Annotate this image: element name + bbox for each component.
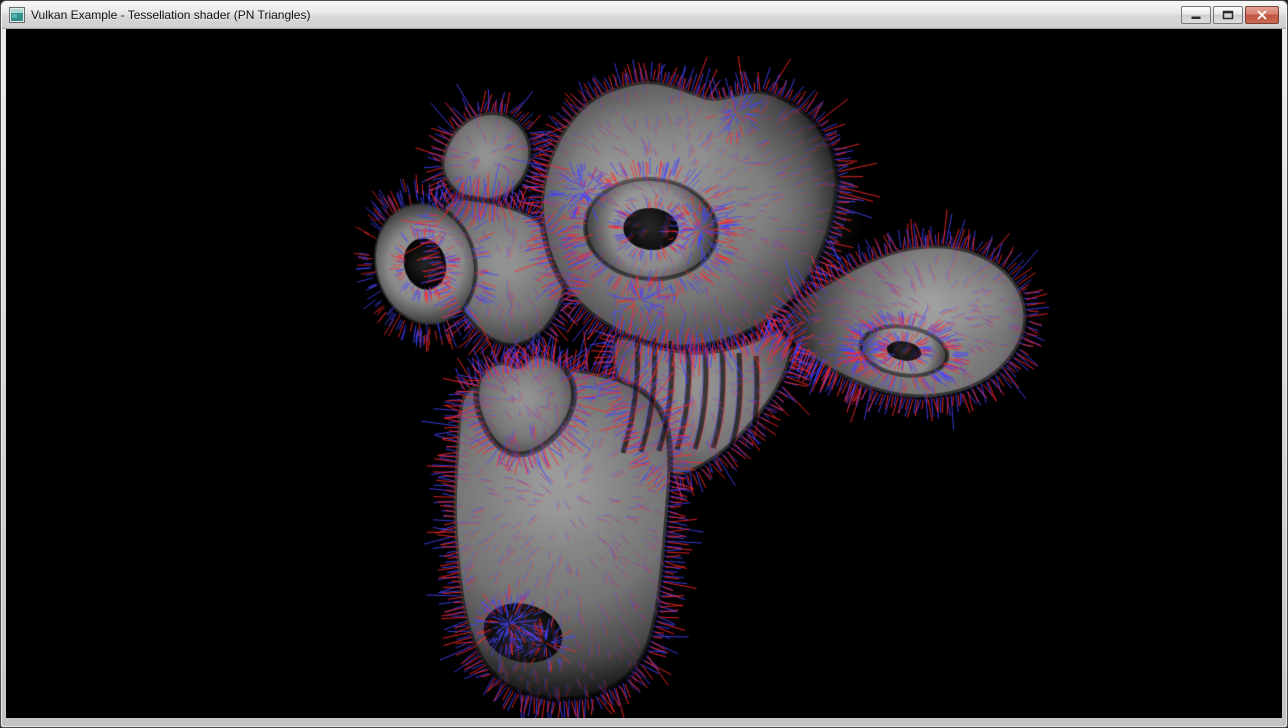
- viewport-canvas[interactable]: [6, 29, 1282, 718]
- viewport[interactable]: [6, 29, 1282, 718]
- minimize-icon: [1190, 10, 1202, 20]
- titlebar[interactable]: Vulkan Example - Tessellation shader (PN…: [2, 2, 1286, 29]
- maximize-icon: [1222, 10, 1234, 20]
- app-icon: [9, 7, 25, 23]
- window-title: Vulkan Example - Tessellation shader (PN…: [31, 8, 1175, 22]
- close-icon: [1256, 10, 1268, 20]
- app-window: Vulkan Example - Tessellation shader (PN…: [0, 0, 1288, 728]
- minimize-button[interactable]: [1181, 6, 1211, 24]
- maximize-button[interactable]: [1213, 6, 1243, 24]
- close-button[interactable]: [1245, 6, 1279, 24]
- window-controls: [1181, 6, 1279, 24]
